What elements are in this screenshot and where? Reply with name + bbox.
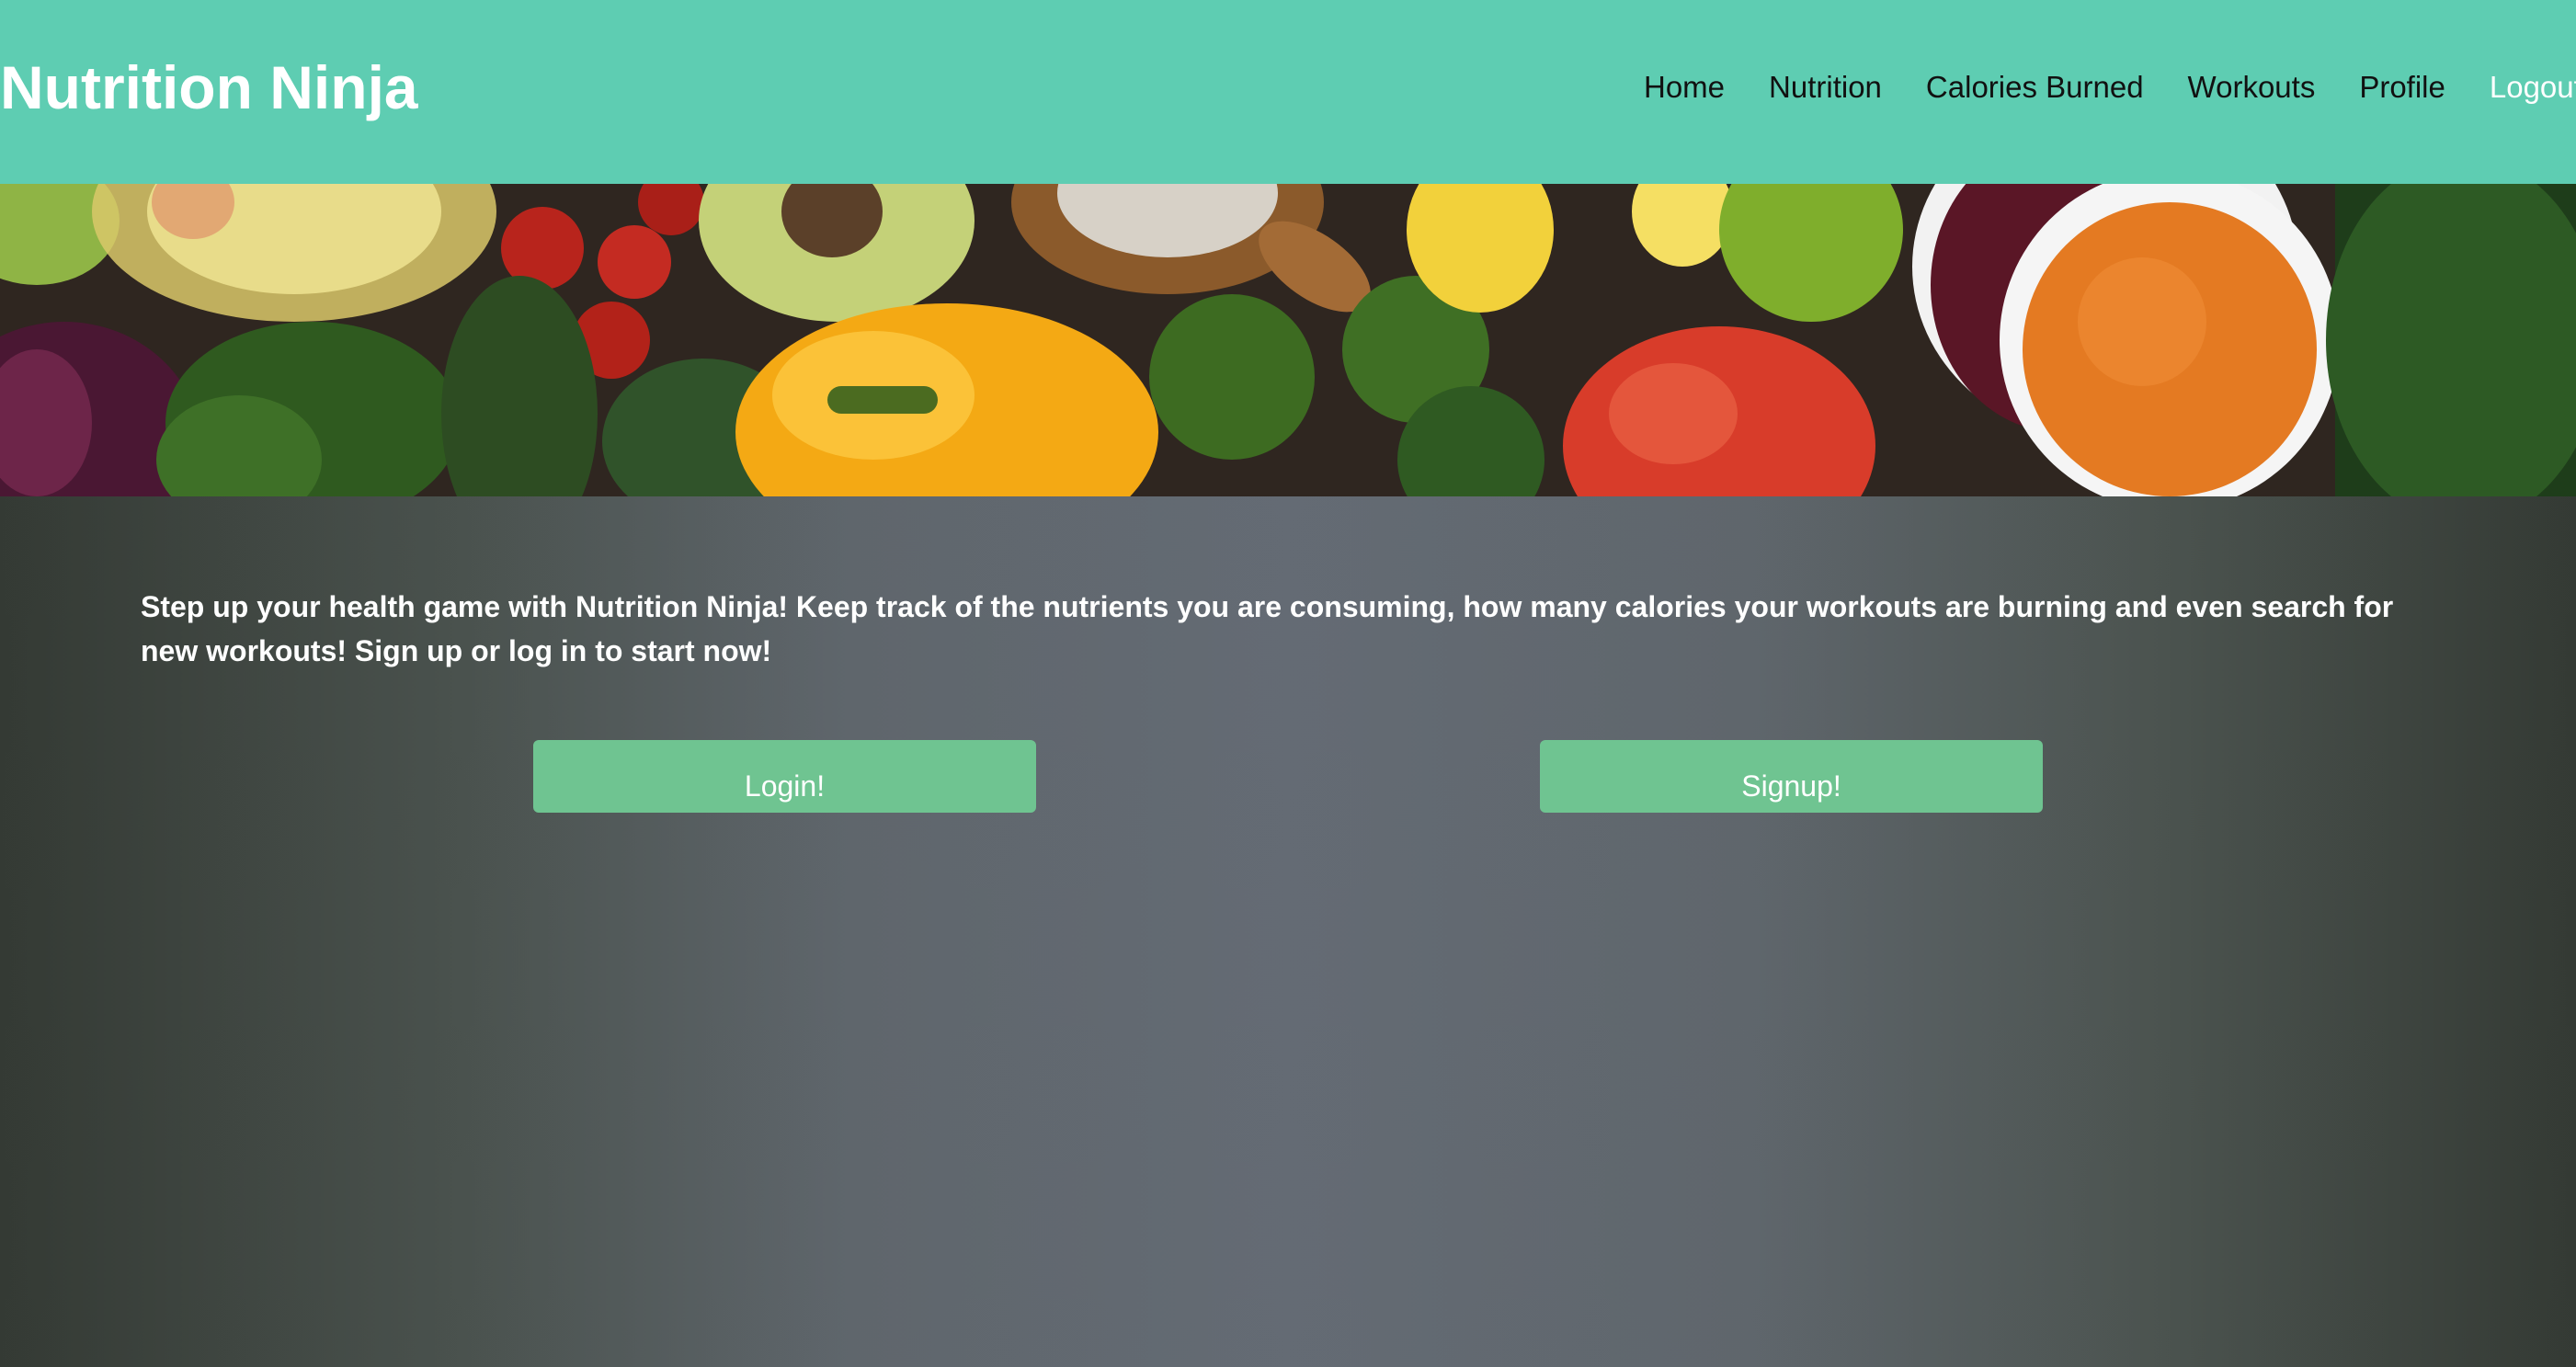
nav-home-link[interactable]: Home [1644,64,1725,110]
intro-text: Step up your health game with Nutrition … [141,590,2394,667]
signup-button[interactable]: Signup! [1540,740,2043,813]
nav-workouts-link[interactable]: Workouts [2188,64,2316,110]
login-button[interactable]: Login! [533,740,1036,813]
nav-nutrition-link[interactable]: Nutrition [1769,64,1882,110]
banner-illustration [0,184,2576,496]
brand-title[interactable]: Nutrition Ninja [0,48,418,127]
main-nav: Home Nutrition Calories Burned Workouts … [1644,64,2576,110]
nav-calories-burned-link[interactable]: Calories Burned [1926,64,2144,110]
top-navbar: Nutrition Ninja Home Nutrition Calories … [0,0,2576,184]
nav-profile-link[interactable]: Profile [2359,64,2445,110]
vegetables-banner-image [0,184,2576,496]
nav-logout-link[interactable]: Logout [2490,64,2576,110]
